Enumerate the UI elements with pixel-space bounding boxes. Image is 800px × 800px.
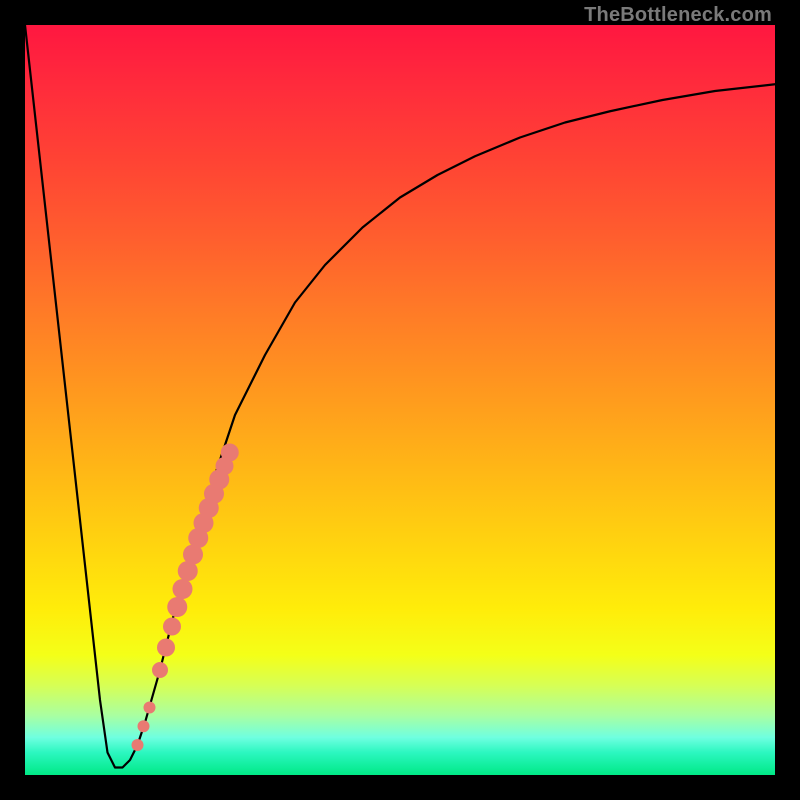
highlight-dot	[157, 639, 175, 657]
bottleneck-curve	[25, 25, 775, 768]
chart-frame: TheBottleneck.com	[0, 0, 800, 800]
highlight-dot	[132, 739, 144, 751]
highlight-markers	[132, 444, 239, 752]
plot-area	[25, 25, 775, 775]
highlight-dot	[152, 662, 168, 678]
highlight-dot	[138, 720, 150, 732]
highlight-dot	[173, 579, 193, 599]
chart-svg	[25, 25, 775, 775]
highlight-dot	[167, 597, 187, 617]
highlight-dot	[144, 702, 156, 714]
highlight-dot	[163, 618, 181, 636]
watermark-text: TheBottleneck.com	[584, 4, 772, 27]
highlight-dot	[221, 444, 239, 462]
